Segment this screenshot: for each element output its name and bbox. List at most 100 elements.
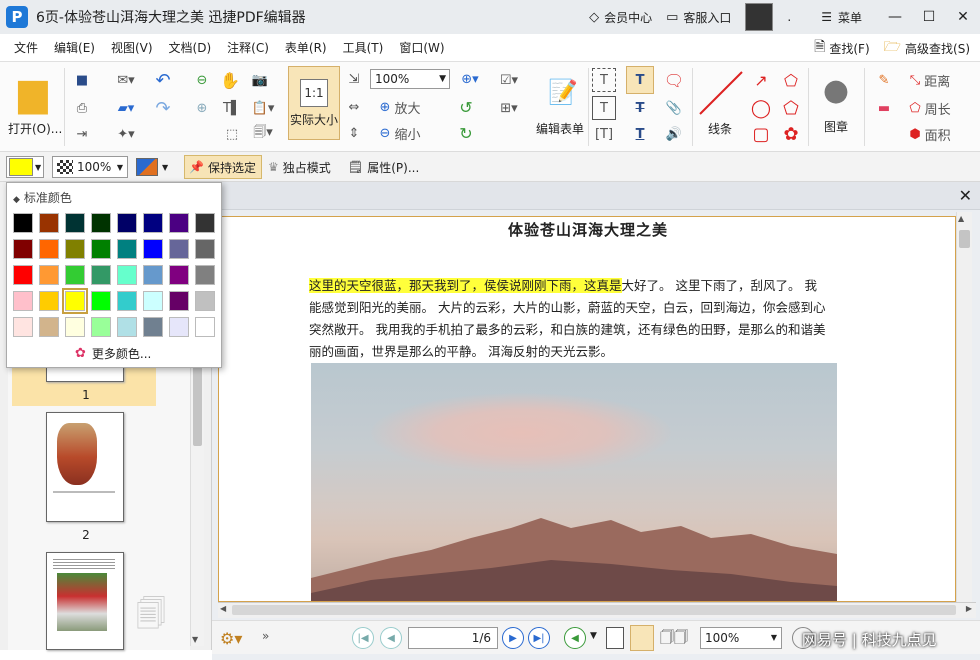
ribbon-zoom-select[interactable]: 100% ▼ bbox=[370, 69, 450, 89]
opacity-select[interactable]: 100% ▼ bbox=[52, 156, 128, 178]
color-swatch[interactable] bbox=[65, 213, 85, 233]
menu-view[interactable]: 视图(V) bbox=[103, 39, 161, 56]
forward-icon[interactable]: ⊕ bbox=[190, 96, 214, 120]
exclusive-mode-button[interactable]: ♛ 独占模式 bbox=[268, 155, 331, 179]
menu-comment[interactable]: 注释(C) bbox=[219, 39, 277, 56]
chevron-down-icon[interactable]: ▼ bbox=[590, 631, 597, 641]
cloud-shape-icon[interactable]: ✿ bbox=[778, 122, 804, 146]
select-text-icon[interactable]: T▌ bbox=[218, 96, 246, 120]
back-icon[interactable]: ⊖ bbox=[190, 68, 214, 92]
color-swatch[interactable] bbox=[65, 317, 85, 337]
scroll-up-icon[interactable]: ▲ bbox=[958, 214, 964, 223]
hand-tool-icon[interactable]: ✋ bbox=[218, 68, 242, 92]
history-back-button[interactable]: ◀ bbox=[564, 627, 586, 649]
line-tool-icon[interactable] bbox=[698, 70, 744, 116]
stamp-label[interactable]: 图章 bbox=[824, 118, 848, 135]
scroll-right-icon[interactable]: ▶ bbox=[966, 604, 972, 613]
prev-page-button[interactable]: ◀ bbox=[380, 627, 402, 649]
minimize-button[interactable]: — bbox=[878, 9, 912, 25]
color-swatch[interactable] bbox=[143, 291, 163, 311]
color-swatch[interactable] bbox=[143, 213, 163, 233]
area-tool[interactable]: ⬢ 面积 bbox=[900, 122, 960, 146]
color-swatch[interactable] bbox=[195, 213, 215, 233]
first-page-button[interactable]: |◀ bbox=[352, 627, 374, 649]
next-page-button[interactable]: ▶ bbox=[502, 627, 524, 649]
ellipse-icon[interactable]: ◯ bbox=[748, 96, 774, 120]
color-swatch[interactable] bbox=[169, 213, 189, 233]
attach-icon[interactable]: 📎 bbox=[660, 96, 688, 120]
more-colors-button[interactable]: ✿ 更多颜色... bbox=[75, 345, 151, 362]
single-page-icon[interactable] bbox=[606, 627, 624, 649]
scroll-left-icon[interactable]: ◀ bbox=[220, 604, 226, 613]
marquee-icon[interactable]: ⬚ bbox=[218, 122, 246, 146]
color-swatch[interactable] bbox=[13, 265, 33, 285]
color-swatch[interactable] bbox=[91, 239, 111, 259]
save-icon[interactable]: ■ bbox=[70, 68, 94, 92]
close-document-icon[interactable]: ✕ bbox=[959, 186, 972, 205]
document-horizontal-scrollbar[interactable]: ◀ ▶ bbox=[218, 602, 976, 618]
menu-file[interactable]: 文件 bbox=[6, 39, 46, 56]
two-page-icon[interactable]: 🗍🗍 bbox=[660, 627, 688, 651]
fit-visible-icon[interactable]: ⇕ bbox=[344, 122, 364, 144]
menu-document[interactable]: 文档(D) bbox=[161, 39, 220, 56]
color-swatch[interactable] bbox=[65, 265, 85, 285]
color-swatch[interactable] bbox=[195, 265, 215, 285]
fit-page-icon[interactable]: ⇲ bbox=[344, 68, 364, 90]
menu-window[interactable]: 窗口(W) bbox=[391, 39, 452, 56]
line-label[interactable]: 线条 bbox=[708, 120, 732, 137]
properties-button[interactable]: 🗒 属性(P)... bbox=[348, 155, 419, 179]
color-swatch[interactable] bbox=[117, 317, 137, 337]
zoom-in-button[interactable]: ⊕ 放大 bbox=[370, 96, 430, 118]
last-page-button[interactable]: ▶| bbox=[528, 627, 550, 649]
color-swatch[interactable] bbox=[62, 288, 88, 314]
color-swatch[interactable] bbox=[13, 213, 33, 233]
document-vertical-scrollbar[interactable]: ▲ bbox=[956, 212, 972, 602]
camera-icon[interactable]: 📷 bbox=[246, 68, 274, 92]
note-icon[interactable]: 🗨 bbox=[660, 68, 688, 92]
color-swatch[interactable] bbox=[117, 239, 137, 259]
settings-gear-icon[interactable]: ⚙▾ bbox=[220, 629, 242, 648]
color-swatch[interactable] bbox=[13, 239, 33, 259]
color-swatch[interactable] bbox=[117, 291, 137, 311]
rectangle-icon[interactable]: ▢ bbox=[748, 122, 774, 146]
document-icon[interactable]: 🗐▾ bbox=[248, 122, 278, 146]
print-icon[interactable]: ⎙ bbox=[70, 96, 94, 120]
distance-tool[interactable]: ⤡ 距离 bbox=[900, 68, 960, 92]
rotate-left-icon[interactable]: ↺ bbox=[454, 96, 478, 118]
member-center-link[interactable]: ◇ 会员中心 bbox=[589, 9, 652, 26]
zoom-select[interactable]: 100% ▼ bbox=[700, 627, 782, 649]
scroll-down-icon[interactable]: ▼ bbox=[192, 635, 198, 644]
page-number-input[interactable]: 1/6 bbox=[408, 627, 498, 649]
color-swatch[interactable] bbox=[143, 317, 163, 337]
sound-icon[interactable]: 🔊 bbox=[660, 122, 688, 146]
color-swatch[interactable] bbox=[143, 239, 163, 259]
zoom-in-tool-icon[interactable]: ⊕▾ bbox=[454, 68, 486, 90]
thumbnail-page-3[interactable] bbox=[46, 552, 124, 650]
text-field-icon[interactable]: [T] bbox=[592, 122, 616, 146]
line-color-button[interactable]: ▼ bbox=[136, 155, 168, 179]
polyline-icon[interactable]: ⬠ bbox=[778, 68, 804, 92]
color-swatch[interactable] bbox=[169, 265, 189, 285]
customer-service-link[interactable]: ▭ 客服入口 bbox=[666, 9, 731, 26]
pencil-icon[interactable]: ✎ bbox=[872, 68, 896, 92]
fit-width-icon[interactable]: ⇔ bbox=[344, 96, 364, 118]
menu-edit[interactable]: 编辑(E) bbox=[46, 39, 103, 56]
perimeter-tool[interactable]: ⬠ 周长 bbox=[900, 96, 960, 120]
edit-form-label[interactable]: 编辑表单 bbox=[536, 120, 584, 137]
email-icon[interactable]: ✉▾ bbox=[108, 68, 144, 92]
expand-chevron-icon[interactable]: » bbox=[262, 629, 269, 643]
stamp-icon[interactable]: ● bbox=[816, 68, 856, 112]
scan-icon[interactable]: ▰▾ bbox=[108, 96, 144, 120]
form-field-icon[interactable]: ⊞▾ bbox=[492, 96, 526, 120]
color-swatch[interactable] bbox=[65, 239, 85, 259]
text-box-icon[interactable]: T bbox=[592, 68, 616, 92]
actual-size-button[interactable]: 1:1 实际大小 bbox=[288, 66, 340, 140]
color-swatch[interactable] bbox=[39, 317, 59, 337]
horizontal-scroll-thumb[interactable] bbox=[232, 605, 956, 615]
main-menu-button[interactable]: ☰ 菜单 bbox=[821, 9, 862, 26]
avatar[interactable] bbox=[745, 3, 774, 31]
strikeout-icon[interactable]: T bbox=[626, 96, 654, 120]
color-swatch[interactable] bbox=[91, 265, 111, 285]
menu-tools[interactable]: 工具(T) bbox=[335, 39, 392, 56]
color-swatch[interactable] bbox=[13, 317, 33, 337]
